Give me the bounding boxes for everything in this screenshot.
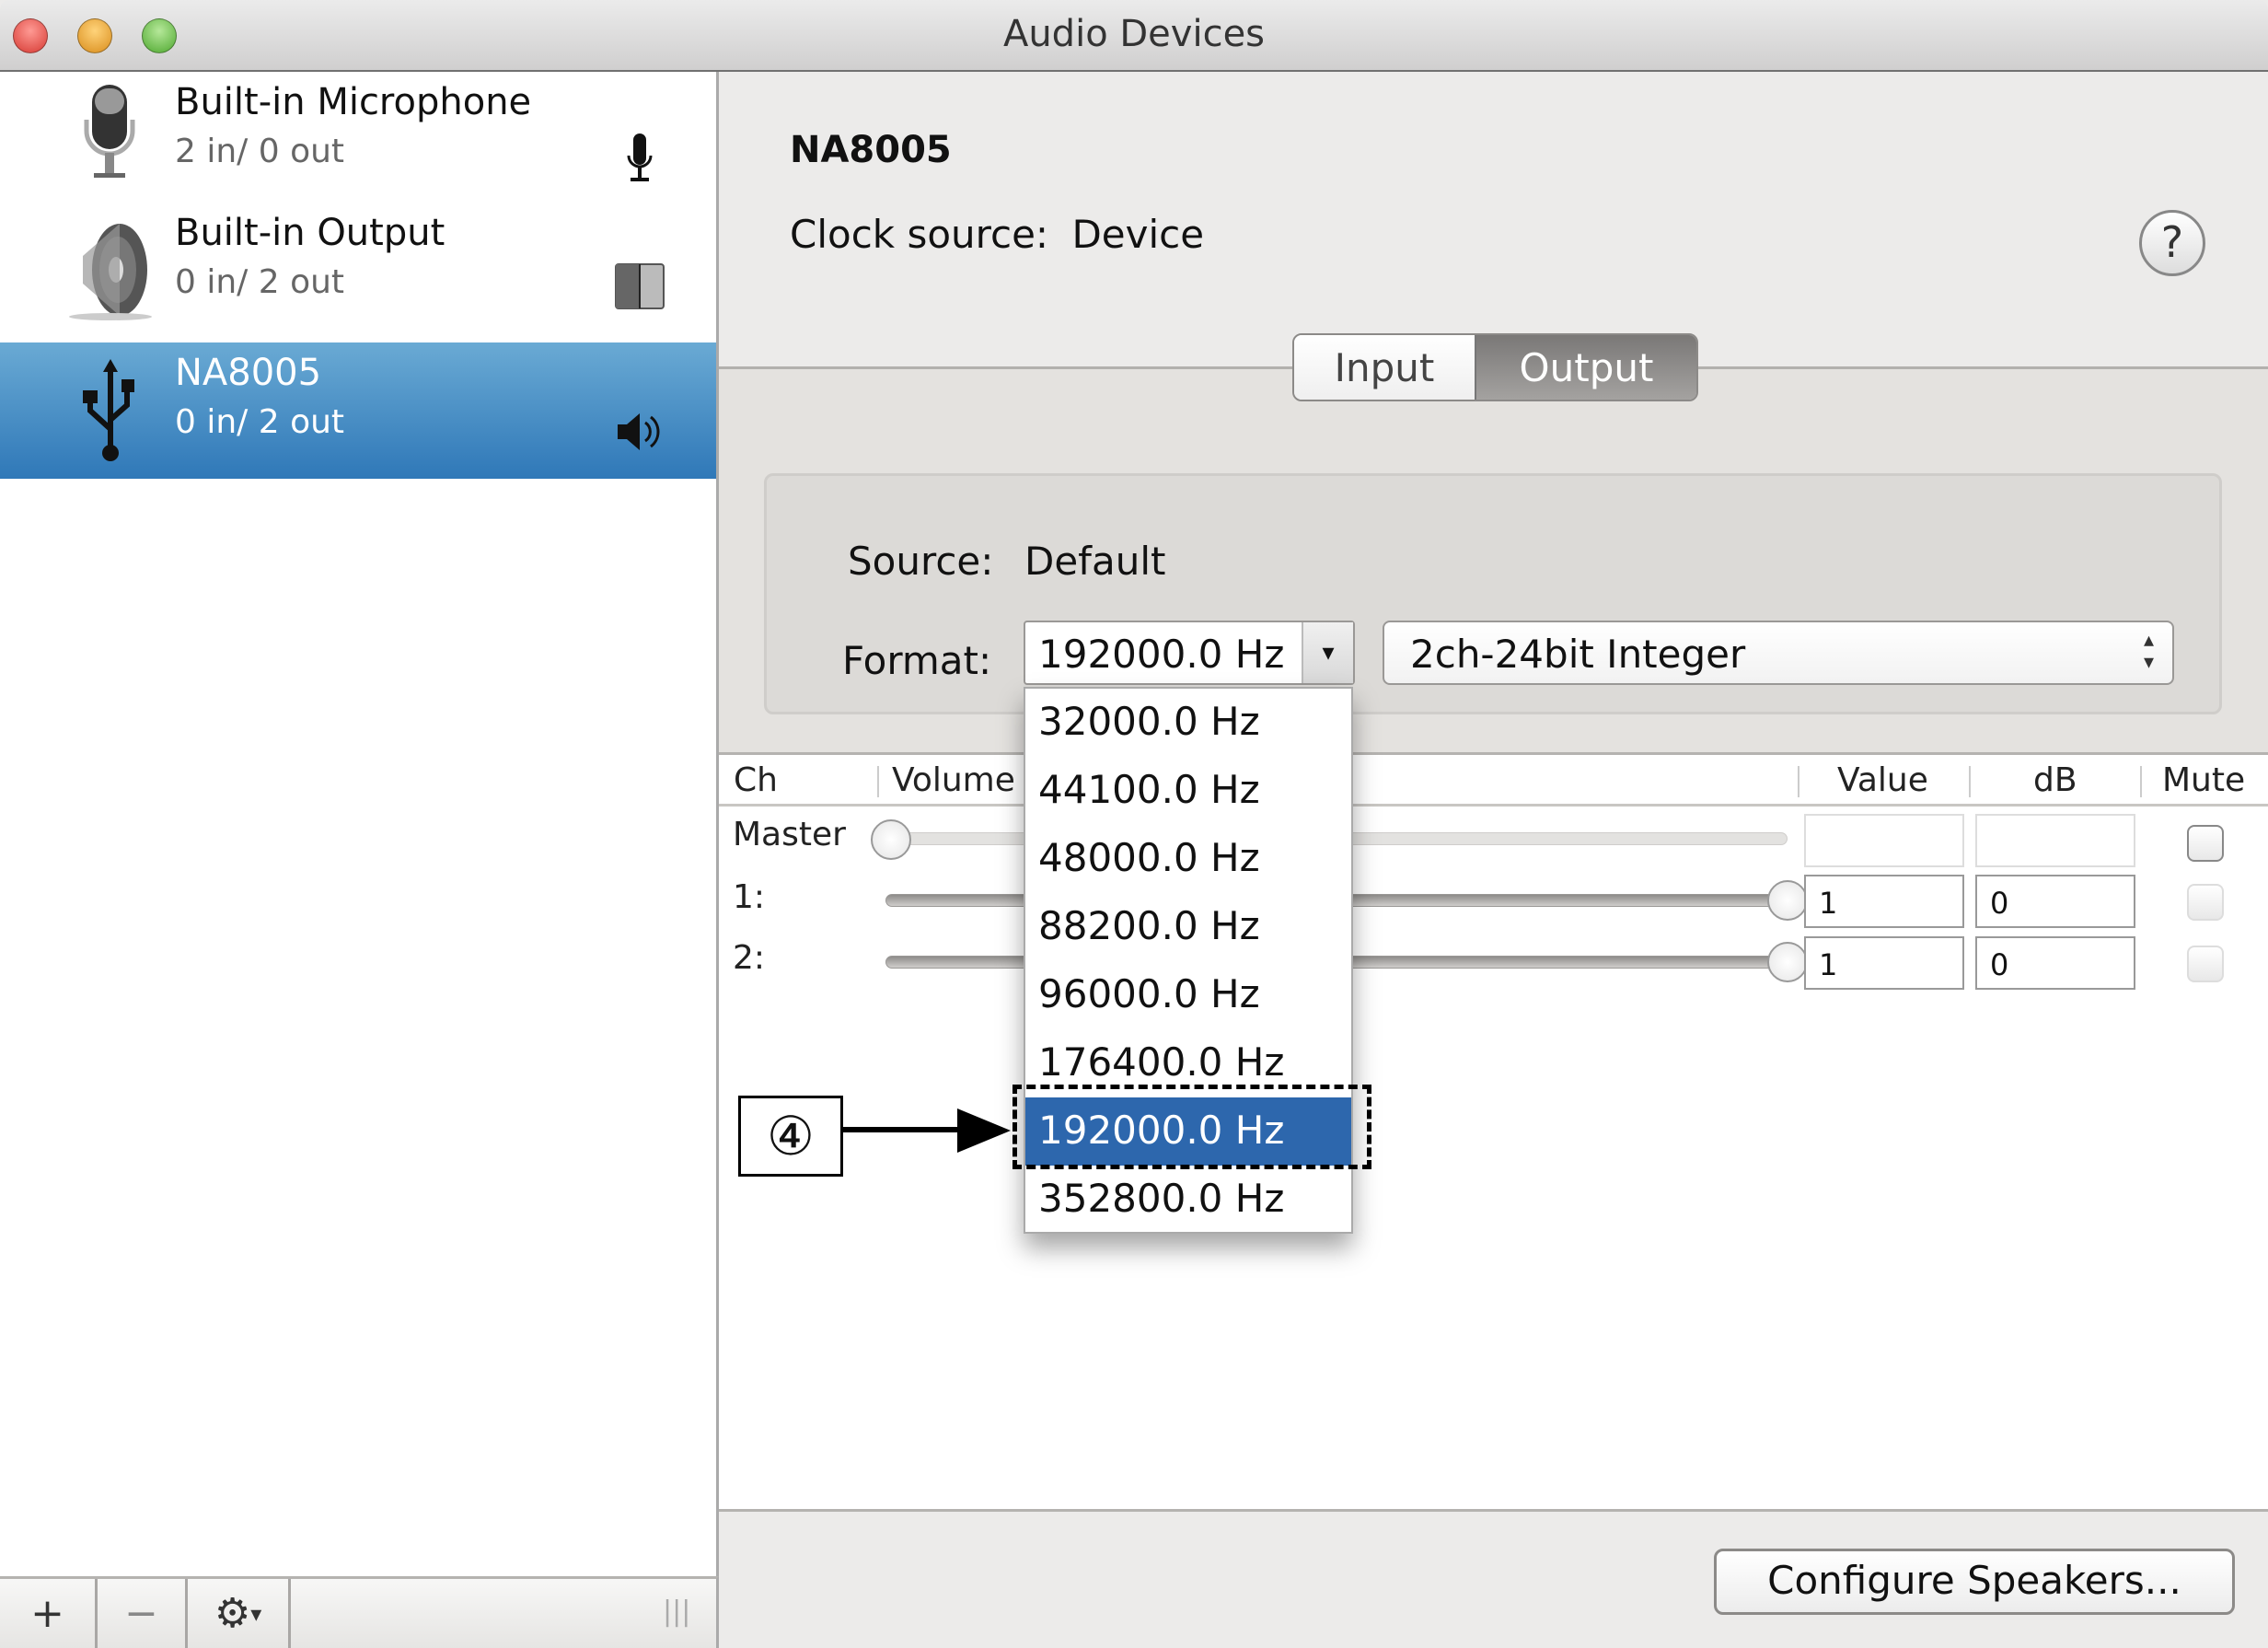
volume-slider-knob[interactable]: [1767, 942, 1808, 982]
gear-icon: ⚙: [214, 1590, 251, 1637]
menu-item[interactable]: 44100.0 Hz: [1025, 757, 1351, 825]
header-mute: Mute: [2162, 761, 2246, 799]
source-value: Default: [1024, 539, 1166, 584]
speaker-volume-icon: [608, 400, 672, 464]
db-field[interactable]: [1975, 814, 2135, 867]
tab-input[interactable]: Input: [1294, 335, 1475, 400]
source-label: Source:: [848, 539, 994, 584]
clock-source-value: Device: [1071, 212, 1205, 257]
clock-source-label: Clock source:: [790, 212, 1049, 257]
table-header: Ch Volume Value dB Mute: [719, 755, 2268, 807]
db-field[interactable]: 0: [1975, 875, 2135, 928]
header-volume: Volume: [892, 761, 1015, 799]
help-button[interactable]: ?: [2139, 210, 2205, 276]
mute-checkbox[interactable]: [2187, 825, 2224, 862]
header-db: dB: [2033, 761, 2077, 799]
header-value: Value: [1837, 761, 1928, 799]
window-title: Audio Devices: [1002, 13, 1266, 55]
volume-slider-knob[interactable]: [871, 819, 911, 860]
channel-label: 1:: [733, 878, 766, 916]
usb-icon: [64, 355, 156, 461]
mute-checkbox[interactable]: [2187, 946, 2224, 982]
menu-item[interactable]: 96000.0 Hz: [1025, 961, 1351, 1029]
mute-checkbox[interactable]: [2187, 884, 2224, 921]
configure-speakers-button[interactable]: Configure Speakers...: [1714, 1549, 2235, 1615]
title-bar: Audio Devices: [0, 0, 2268, 72]
bottom-divider: [719, 1509, 2268, 1512]
value-field[interactable]: 1: [1804, 875, 1964, 928]
arrow-icon: [843, 1127, 963, 1132]
header-divider: [2140, 766, 2142, 797]
remove-device-button[interactable]: −: [98, 1579, 188, 1648]
device-name: Built-in Microphone: [175, 81, 532, 123]
menu-item[interactable]: 88200.0 Hz: [1025, 893, 1351, 961]
microphone-icon: [64, 83, 156, 184]
device-item-na8005[interactable]: NA8005 0 in/ 2 out: [0, 342, 716, 479]
device-io: 2 in/ 0 out: [175, 133, 345, 170]
gear-menu-button[interactable]: ⚙ ▾: [188, 1579, 291, 1648]
channel-label: 2:: [733, 939, 766, 977]
chevron-down-icon[interactable]: ▾: [1302, 622, 1353, 683]
header-divider: [877, 766, 879, 797]
menu-item[interactable]: 32000.0 Hz: [1025, 689, 1351, 757]
device-item-built-in-microphone[interactable]: Built-in Microphone 2 in/ 0 out: [0, 72, 716, 203]
speaker-icon: [64, 219, 156, 320]
bit-format-value: 2ch-24bit Integer: [1410, 632, 1746, 677]
finder-icon: [608, 254, 672, 319]
updown-arrows-icon: ▴ ▾: [2143, 629, 2154, 674]
value-field[interactable]: 1: [1804, 936, 1964, 990]
channel-label: Master: [733, 816, 846, 853]
highlight-box: [1012, 1085, 1371, 1169]
arrowhead-icon: [957, 1108, 1011, 1153]
io-tabs: Input Output: [1292, 333, 1698, 401]
device-name: NA8005: [175, 352, 322, 394]
add-device-button[interactable]: +: [0, 1579, 98, 1648]
header-divider: [1969, 766, 1971, 797]
format-label: Format:: [842, 638, 992, 683]
value-field[interactable]: [1804, 814, 1964, 867]
chevron-down-icon: ▾: [250, 1600, 262, 1627]
clock-source: Clock source: Device: [790, 212, 1204, 257]
sidebar-toolbar: + − ⚙ ▾ |||: [0, 1576, 719, 1648]
volume-slider-knob[interactable]: [1767, 880, 1808, 921]
bit-format-popup[interactable]: 2ch-24bit Integer ▴ ▾: [1383, 621, 2174, 685]
sample-rate-popup[interactable]: 192000.0 Hz ▾: [1024, 621, 1355, 685]
device-item-built-in-output[interactable]: Built-in Output 0 in/ 2 out: [0, 203, 716, 342]
header-ch: Ch: [734, 761, 778, 799]
step-callout: ④: [738, 1096, 843, 1177]
tab-output[interactable]: Output: [1475, 335, 1696, 400]
device-io: 0 in/ 2 out: [175, 263, 345, 301]
db-field[interactable]: 0: [1975, 936, 2135, 990]
resize-handle[interactable]: |||: [663, 1596, 690, 1628]
device-io: 0 in/ 2 out: [175, 403, 345, 441]
menu-item[interactable]: 352800.0 Hz: [1025, 1166, 1351, 1234]
menu-item[interactable]: 48000.0 Hz: [1025, 825, 1351, 893]
microphone-small-icon: [608, 127, 672, 191]
device-title: NA8005: [790, 129, 952, 171]
sample-rate-value: 192000.0 Hz: [1038, 632, 1285, 677]
device-name: Built-in Output: [175, 212, 446, 254]
device-list: Built-in Microphone 2 in/ 0 out Built-in…: [0, 72, 719, 1576]
header-divider: [1798, 766, 1799, 797]
